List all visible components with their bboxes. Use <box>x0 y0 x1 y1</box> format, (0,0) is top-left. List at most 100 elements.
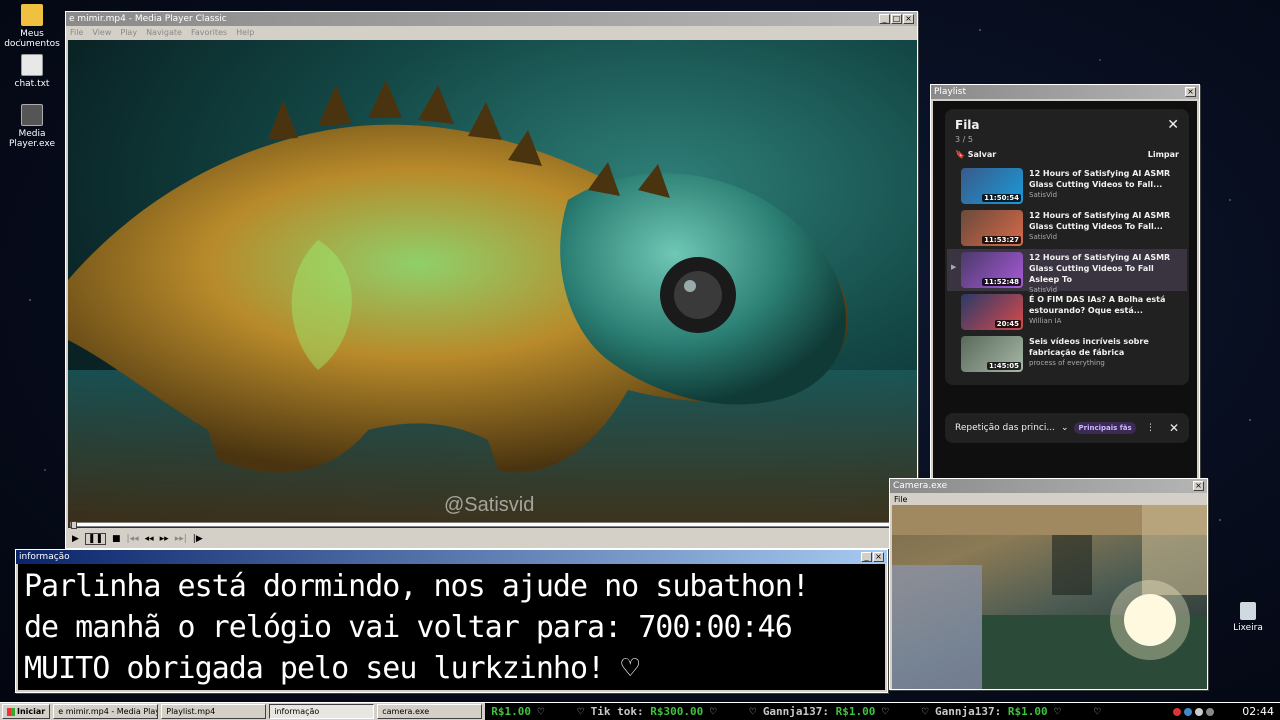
taskbar: Iniciar e mimir.mp4 - Media Playe... Pla… <box>0 702 1280 720</box>
tray-icon-network[interactable] <box>1184 707 1192 716</box>
queue-item[interactable]: 11:53:27 12 Hours of Satisfying AI ASMR … <box>947 207 1187 249</box>
start-button[interactable]: Iniciar <box>2 704 51 719</box>
ticker-amount: R$1.00 <box>491 705 531 718</box>
queue-item[interactable]: 11:50:54 12 Hours of Satisfying AI ASMR … <box>947 165 1187 207</box>
frame-step-icon[interactable]: |▶ <box>193 534 203 544</box>
desktop-icon-label: Meus documentos <box>4 29 60 49</box>
ticker-sep: ♡ ♡ <box>1047 705 1101 718</box>
rewind-icon[interactable]: ◂◂ <box>145 534 154 544</box>
fast-forward-icon[interactable]: ▸▸ <box>160 534 169 544</box>
play-icon[interactable]: ▶ <box>72 534 79 544</box>
camera-titlebar[interactable]: Camera.exe × <box>890 479 1207 493</box>
menu-view[interactable]: View <box>92 28 111 37</box>
related-bar: Repetição das princi... ⌄ Principais fãs… <box>945 413 1189 443</box>
close-button[interactable]: × <box>1185 87 1196 97</box>
close-icon[interactable]: ✕ <box>1167 117 1179 133</box>
playlist-content: Fila ✕ 3 / 5 🔖 Salvar Limpar 11:50:54 12… <box>933 101 1197 481</box>
video-thumbnail: 11:53:27 <box>961 210 1023 246</box>
window-title: Playlist <box>934 87 966 97</box>
taskbar-button-camera[interactable]: camera.exe <box>377 704 483 719</box>
desktop-icon-media-player[interactable]: Media Player.exe <box>0 104 64 149</box>
info-line: MUITO obrigada pelo seu lurkzinho! ♡ <box>24 651 639 686</box>
text-file-icon <box>21 54 43 76</box>
desktop-icon-label: chat.txt <box>14 79 50 89</box>
menu-help[interactable]: Help <box>236 28 254 37</box>
stop-icon[interactable]: ■ <box>112 534 121 544</box>
desktop-icon-my-documents[interactable]: Meus documentos <box>0 4 64 49</box>
video-watermark: @Satisvid <box>444 494 535 516</box>
chevron-down-icon[interactable]: ⌄ <box>1061 423 1069 433</box>
mpc-titlebar[interactable]: e mimir.mp4 - Media Player Classic _ □ × <box>66 12 917 26</box>
save-button[interactable]: 🔖 Salvar <box>955 150 996 159</box>
close-icon[interactable]: ✕ <box>1169 421 1179 435</box>
video-frame[interactable]: @Satisvid <box>68 40 917 528</box>
seek-thumb[interactable] <box>71 521 77 529</box>
info-line: de manhã o relógio vai voltar para: 700:… <box>24 610 793 645</box>
next-icon[interactable]: ▸▸| <box>175 534 187 544</box>
queue-item[interactable]: 1:45:05 Seis vídeos incríveis sobre fabr… <box>947 333 1187 375</box>
prev-icon[interactable]: |◂◂ <box>127 534 139 544</box>
camera-menubar: File <box>890 493 1207 505</box>
desktop-icon-label: Media Player.exe <box>8 129 55 149</box>
more-options-icon[interactable]: ⋮ <box>1146 423 1155 433</box>
menu-favorites[interactable]: Favorites <box>191 28 227 37</box>
duration-badge: 11:52:48 <box>982 278 1021 286</box>
close-button[interactable]: × <box>873 552 884 562</box>
ticker-amount: R$1.00 <box>835 705 876 718</box>
menu-play[interactable]: Play <box>120 28 137 37</box>
task-label: camera.exe <box>382 707 430 716</box>
camera-image <box>892 505 1207 689</box>
queue-item[interactable]: 20:45 É O FIM DAS IAs? A Bolha está esto… <box>947 291 1187 333</box>
info-titlebar[interactable]: informação _ × <box>16 550 887 564</box>
volume-icon[interactable] <box>1195 707 1203 716</box>
playlist-titlebar[interactable]: Playlist × <box>931 85 1199 99</box>
ticker-sep: ♡ ♡ <box>875 705 936 718</box>
ticker-text: Gannja137: <box>935 705 1008 718</box>
media-player-icon <box>21 104 43 126</box>
info-message: Parlinha está dormindo, nos ajude no sub… <box>18 564 885 690</box>
video-thumbnail: 1:45:05 <box>961 336 1023 372</box>
queue-position: 3 / 5 <box>955 135 973 144</box>
clock[interactable]: 02:44 <box>1242 705 1274 718</box>
desktop-icon-chat[interactable]: chat.txt <box>0 54 64 89</box>
ticker-amount: R$1.00 <box>1007 705 1048 718</box>
top-fans-chip[interactable]: Principais fãs <box>1074 422 1136 434</box>
video-thumbnail: 20:45 <box>961 294 1023 330</box>
close-button[interactable]: × <box>1193 481 1204 491</box>
menu-file[interactable]: File <box>70 28 83 37</box>
bookmark-icon: 🔖 <box>955 150 965 159</box>
taskbar-button-playlist[interactable]: Playlist.mp4 <box>161 704 267 719</box>
tray-icon-shield[interactable] <box>1206 707 1214 716</box>
playback-controls: ▶ ❚❚ ■ |◂◂ ◂◂ ▸▸ ▸▸| |▶ 🔈 <box>68 530 915 548</box>
seek-bar[interactable] <box>70 521 913 529</box>
menu-navigate[interactable]: Navigate <box>146 28 182 37</box>
pause-icon[interactable]: ❚❚ <box>84 533 107 545</box>
ticker-text: Tik tok: <box>590 705 651 718</box>
related-title[interactable]: Repetição das princi... <box>955 423 1055 433</box>
playlist-window[interactable]: Playlist × Fila ✕ 3 / 5 🔖 Salvar Limpar … <box>930 84 1200 484</box>
task-label: Playlist.mp4 <box>166 707 216 716</box>
maximize-button[interactable]: □ <box>891 14 902 24</box>
taskbar-button-mpc[interactable]: e mimir.mp4 - Media Playe... <box>53 704 159 719</box>
channel-name: process of everything <box>1029 359 1105 367</box>
desktop-icon-recycle-bin[interactable]: Lixeira <box>1216 602 1280 633</box>
taskbar-button-info[interactable]: informação <box>269 704 375 719</box>
camera-window[interactable]: Camera.exe × File <box>889 478 1208 690</box>
info-window[interactable]: informação _ × Parlinha está dormindo, n… <box>15 549 888 693</box>
queue-item-current[interactable]: ▶ 11:52:48 12 Hours of Satisfying AI ASM… <box>947 249 1187 294</box>
close-button[interactable]: × <box>903 14 914 24</box>
desktop-icon-label: Lixeira <box>1233 623 1263 633</box>
queue-title: Fila <box>955 118 980 132</box>
clear-button[interactable]: Limpar <box>1148 150 1179 159</box>
now-playing-icon: ▶ <box>951 263 957 271</box>
minimize-button[interactable]: _ <box>879 14 890 24</box>
tray-icon-red[interactable] <box>1173 707 1181 716</box>
window-title: Camera.exe <box>893 481 948 491</box>
media-player-window[interactable]: e mimir.mp4 - Media Player Classic _ □ ×… <box>65 11 918 549</box>
system-tray: 02:44 <box>1167 702 1280 720</box>
menu-file[interactable]: File <box>894 495 907 504</box>
duration-badge: 1:45:05 <box>987 362 1021 370</box>
minimize-button[interactable]: _ <box>861 552 872 562</box>
video-thumbnail: 11:52:48 <box>961 252 1023 288</box>
recycle-bin-icon <box>1240 602 1256 620</box>
